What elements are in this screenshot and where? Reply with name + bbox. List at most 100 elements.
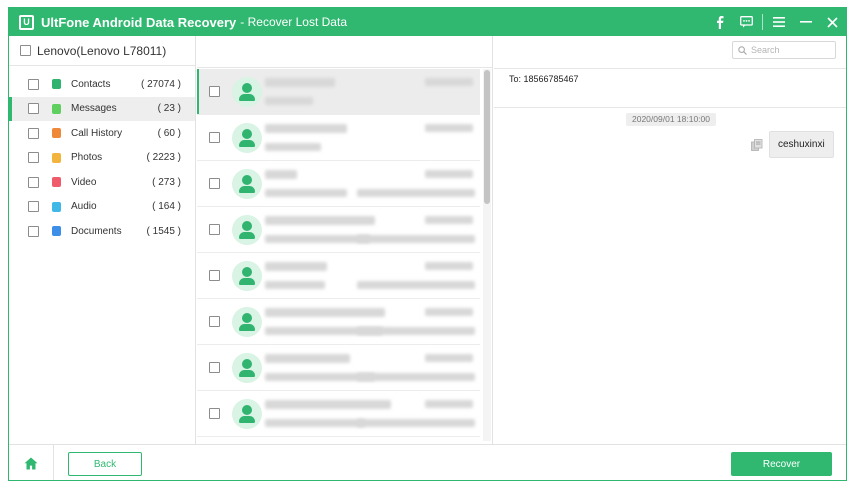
category-checkbox[interactable]: [28, 127, 39, 139]
audio-icon: [52, 201, 61, 212]
conversation-checkbox[interactable]: [209, 362, 220, 373]
recover-button[interactable]: Recover: [731, 452, 832, 476]
category-label: Messages: [71, 103, 117, 115]
contacts-icon: [52, 79, 61, 90]
facebook-icon[interactable]: [706, 8, 733, 36]
category-count: ( 2223 ): [146, 152, 181, 164]
blurred-contact-name: [265, 400, 391, 409]
list-header: [197, 36, 492, 68]
scrollbar-thumb[interactable]: [484, 70, 490, 204]
device-checkbox[interactable]: [20, 45, 31, 56]
photos-icon: [52, 152, 61, 163]
app-logo-icon: U: [19, 14, 34, 30]
blurred-message-preview: [265, 281, 325, 289]
conversation-row[interactable]: [197, 253, 480, 299]
conversation-checkbox[interactable]: [209, 86, 220, 97]
call-history-icon: [52, 128, 61, 139]
category-count: ( 273 ): [152, 176, 181, 188]
conversation-checkbox[interactable]: [209, 408, 220, 419]
minimize-icon[interactable]: [792, 8, 819, 36]
conversation-list-panel: [197, 36, 493, 444]
blurred-timestamp: [425, 262, 473, 270]
conversation-checkbox[interactable]: [209, 224, 220, 235]
contact-avatar-icon: [232, 398, 262, 429]
category-count: ( 1545 ): [146, 225, 181, 237]
conversation-checkbox[interactable]: [209, 178, 220, 189]
category-label: Documents: [71, 225, 122, 237]
blurred-message-preview-extra: [357, 281, 475, 289]
conversation-row[interactable]: [197, 161, 480, 207]
category-item-documents[interactable]: Documents ( 1545 ): [9, 219, 195, 244]
conversation-checkbox[interactable]: [209, 316, 220, 327]
conversation-row[interactable]: [197, 207, 480, 253]
home-button[interactable]: [9, 445, 54, 480]
blurred-message-preview-extra: [357, 419, 475, 427]
menu-icon[interactable]: [765, 8, 792, 36]
blurred-contact-name: [265, 124, 347, 133]
conversation-list: [197, 69, 480, 437]
blurred-timestamp: [425, 124, 473, 132]
conversation-row[interactable]: [197, 115, 480, 161]
app-name: UltFone Android Data Recovery: [41, 14, 237, 30]
blurred-contact-name: [265, 170, 297, 179]
blurred-message-preview-extra: [357, 189, 475, 197]
category-checkbox[interactable]: [28, 103, 39, 115]
blurred-contact-name: [265, 216, 375, 225]
category-label: Video: [71, 176, 97, 188]
category-checkbox[interactable]: [28, 176, 39, 188]
home-icon: [24, 457, 38, 470]
conversation-row[interactable]: [197, 391, 480, 437]
category-item-messages[interactable]: Messages ( 23 ): [9, 96, 195, 121]
contact-avatar-icon: [232, 76, 262, 107]
recipient-line: To: 18566785467: [494, 68, 846, 108]
documents-icon: [52, 226, 61, 237]
blurred-timestamp: [425, 170, 473, 178]
messages-icon: [52, 103, 61, 114]
category-sidebar: Lenovo(Lenovo L78011) Contacts ( 27074 ) M…: [9, 36, 196, 444]
blurred-message-preview-extra: [357, 373, 475, 381]
copy-message-icon[interactable]: [751, 139, 763, 151]
window-controls: [706, 8, 846, 36]
message-timestamp: 2020/09/01 18:10:00: [626, 113, 716, 126]
contact-avatar-icon: [232, 168, 262, 199]
blurred-contact-name: [265, 262, 327, 271]
category-item-contacts[interactable]: Contacts ( 27074 ): [9, 72, 195, 97]
category-label: Call History: [71, 127, 123, 139]
title-bar: U UltFone Android Data Recovery - Recove…: [9, 8, 846, 36]
blurred-timestamp: [425, 216, 473, 224]
blurred-timestamp: [425, 78, 473, 86]
conversation-checkbox[interactable]: [209, 132, 220, 143]
category-checkbox[interactable]: [28, 78, 39, 90]
conversation-row[interactable]: [197, 69, 480, 115]
conversation-row[interactable]: [197, 345, 480, 391]
conversation-checkbox[interactable]: [209, 270, 220, 281]
search-input[interactable]: [751, 45, 831, 55]
category-list: Contacts ( 27074 ) Messages ( 23 ) Call Hist…: [9, 66, 195, 244]
category-label: Photos: [71, 152, 103, 164]
category-count: ( 23 ): [157, 103, 181, 115]
category-item-call-history[interactable]: Call History ( 60 ): [9, 121, 195, 146]
blurred-message-preview: [265, 235, 370, 243]
category-label: Contacts: [71, 78, 111, 90]
device-label: Lenovo(Lenovo L78011): [37, 43, 167, 58]
search-box[interactable]: [732, 41, 836, 59]
category-checkbox[interactable]: [28, 152, 39, 164]
category-item-audio[interactable]: Audio ( 164 ): [9, 195, 195, 220]
contact-avatar-icon: [232, 122, 262, 153]
category-item-video[interactable]: Video ( 273 ): [9, 170, 195, 195]
category-checkbox[interactable]: [28, 201, 39, 213]
feedback-icon[interactable]: [733, 8, 760, 36]
blurred-timestamp: [425, 400, 473, 408]
message-detail-panel: To: 18566785467 2020/09/01 18:10:00 cesh…: [494, 36, 846, 444]
conversation-row[interactable]: [197, 299, 480, 345]
search-icon: [738, 45, 747, 55]
contact-avatar-icon: [232, 214, 262, 245]
contact-avatar-icon: [232, 306, 262, 337]
back-button[interactable]: Back: [68, 452, 142, 476]
category-item-photos[interactable]: Photos ( 2223 ): [9, 146, 195, 171]
close-icon[interactable]: [819, 8, 846, 36]
blurred-timestamp: [425, 308, 473, 316]
category-count: ( 60 ): [157, 127, 181, 139]
device-selector[interactable]: Lenovo(Lenovo L78011): [9, 36, 195, 66]
category-checkbox[interactable]: [28, 225, 39, 237]
